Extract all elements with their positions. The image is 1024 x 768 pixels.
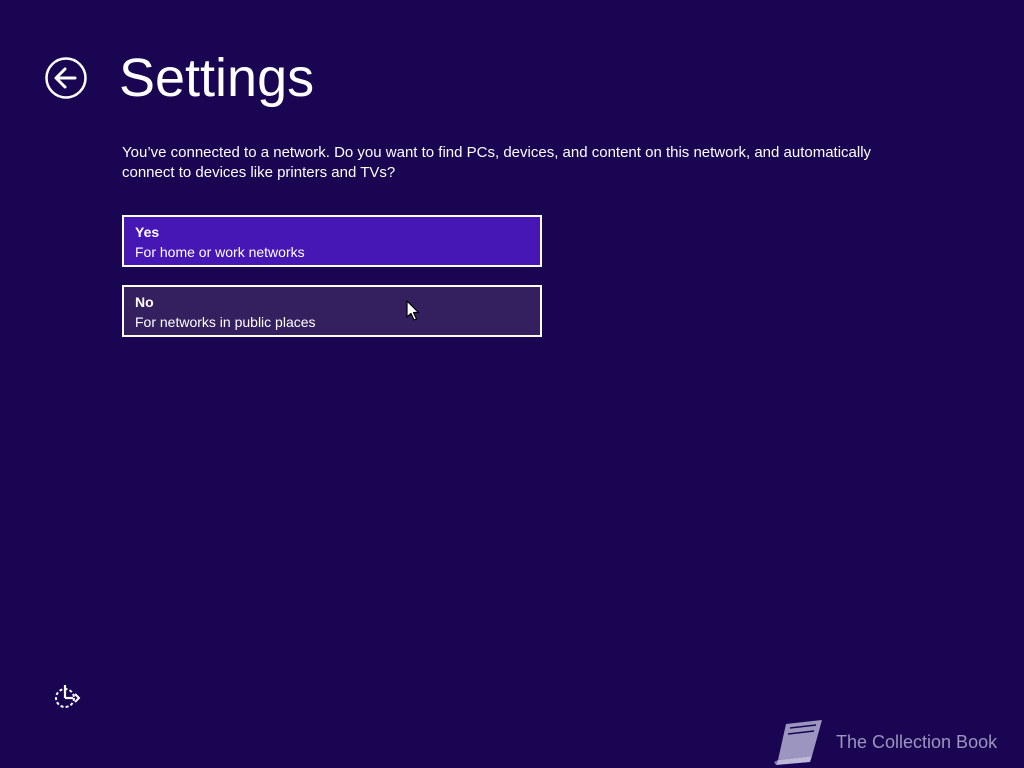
ease-of-access-icon [55,685,81,708]
yes-option-title: Yes [135,224,160,240]
yes-option-description: For home or work networks [135,244,305,260]
ease-of-access-button[interactable] [51,684,81,710]
book-icon [774,720,822,765]
back-arrow-circle-icon [45,57,87,99]
back-button[interactable] [44,56,88,100]
no-option-title: No [135,294,154,310]
no-option-description: For networks in public places [135,314,316,330]
page-title: Settings [119,48,315,108]
no-option-button[interactable]: No For networks in public places [122,285,542,337]
mouse-cursor-icon [406,300,420,322]
watermark-text: The Collection Book [836,732,998,752]
network-discovery-prompt: You’ve connected to a network. Do you wa… [122,144,872,181]
yes-option-button[interactable]: Yes For home or work networks [122,215,542,267]
watermark: The Collection Book [772,718,1012,766]
setup-screen: Settings You’ve connected to a network. … [0,0,1024,768]
